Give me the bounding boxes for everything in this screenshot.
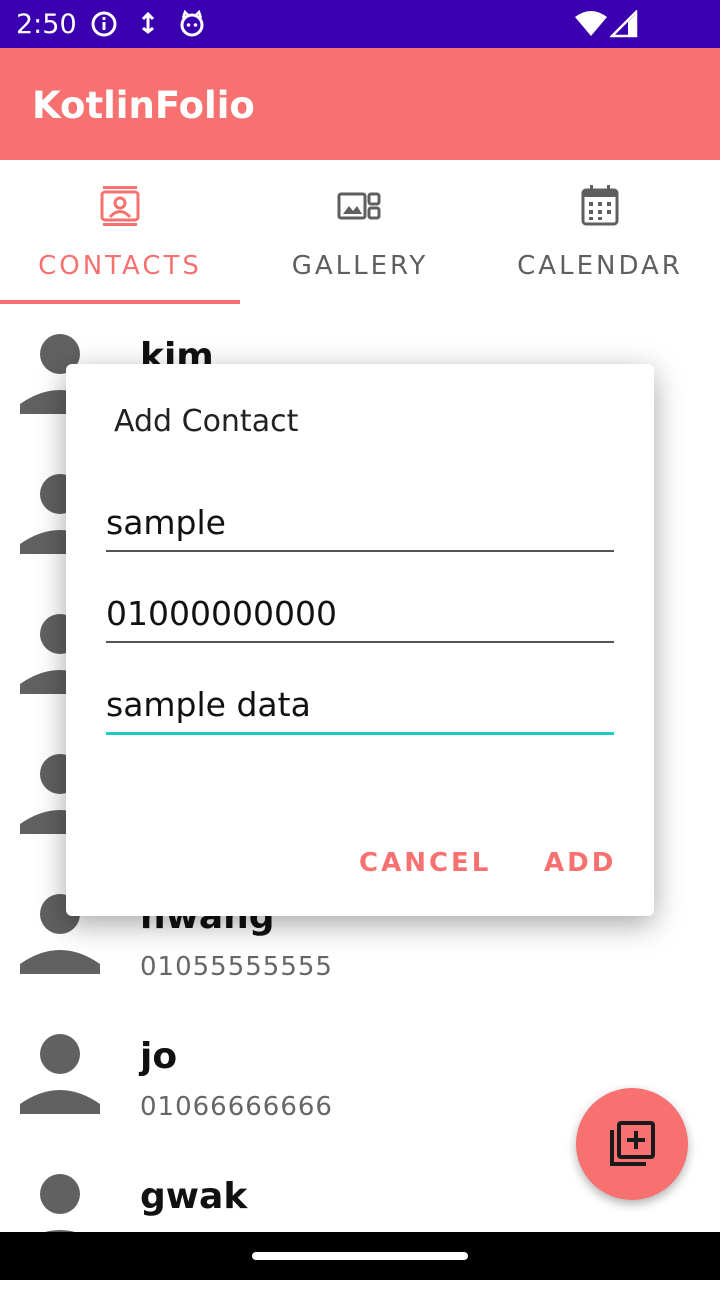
add-contact-dialog: Add Contact CANCEL ADD <box>66 364 654 916</box>
add-button[interactable]: ADD <box>544 848 616 878</box>
dialog-title: Add Contact <box>114 404 299 439</box>
system-nav-bar <box>0 1232 720 1280</box>
phone-field[interactable] <box>106 585 614 643</box>
home-gesture-handle[interactable] <box>252 1252 468 1260</box>
memo-field[interactable] <box>106 676 614 735</box>
name-field[interactable] <box>106 494 614 552</box>
cancel-button[interactable]: CANCEL <box>359 848 491 878</box>
